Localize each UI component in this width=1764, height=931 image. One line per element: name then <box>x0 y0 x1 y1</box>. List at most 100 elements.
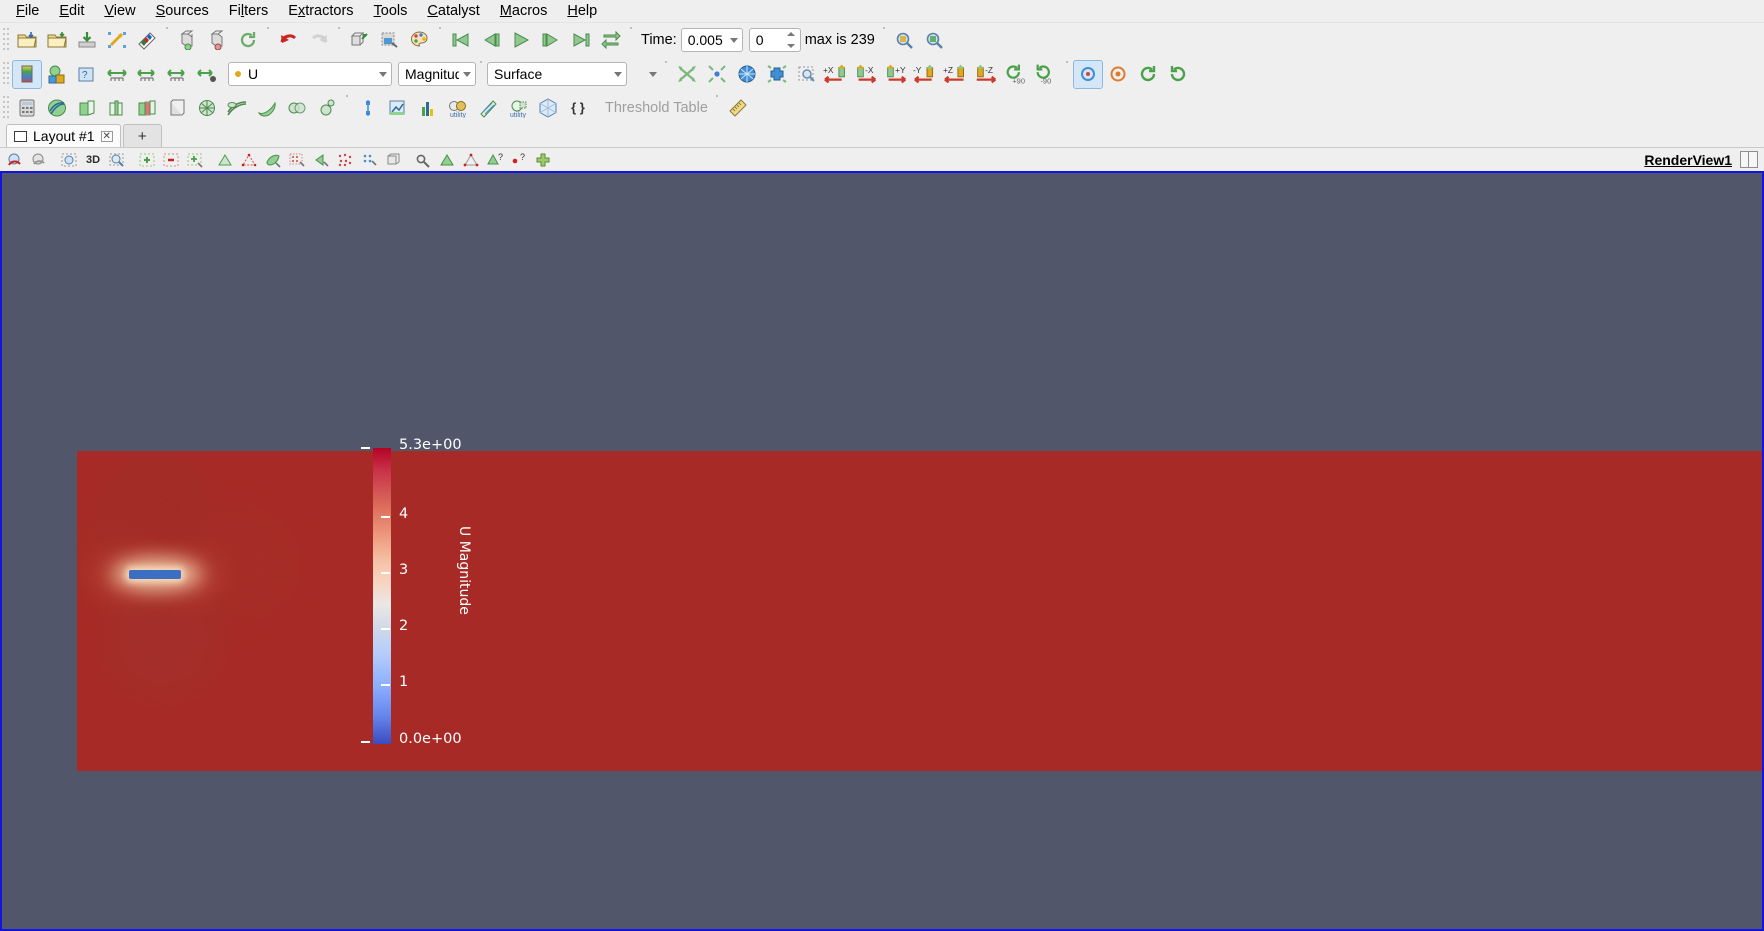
interactive-select-cells-icon[interactable] <box>285 149 309 170</box>
select-frustum-icon[interactable] <box>381 149 405 170</box>
select-points-on-icon[interactable] <box>27 149 51 170</box>
menu-item-catalyst[interactable]: Catalyst <box>417 0 489 22</box>
rescale-data-range-icon[interactable] <box>102 60 132 89</box>
set-view-minus-z-button[interactable]: -Z <box>972 60 1002 89</box>
set-view-minus-y-button[interactable]: -Y <box>912 60 942 89</box>
plot-selection-icon[interactable] <box>459 149 483 170</box>
next-frame-button[interactable] <box>536 26 566 55</box>
close-icon[interactable]: ✕ <box>101 131 113 142</box>
toolbar-grip[interactable] <box>2 61 10 87</box>
toolbar-grip[interactable] <box>2 27 10 53</box>
subtract-selection-icon[interactable] <box>159 149 183 170</box>
plot-selection-over-time-icon[interactable] <box>413 93 443 122</box>
menu-item-macros[interactable]: Macros <box>490 0 558 22</box>
render-view-name[interactable]: RenderView1 <box>1644 152 1740 168</box>
extract-level-filter-icon[interactable] <box>312 93 342 122</box>
pick-center-button[interactable] <box>1133 60 1163 89</box>
menu-item-sources[interactable]: Sources <box>146 0 219 22</box>
show-center-button[interactable] <box>1073 60 1103 89</box>
rescale-custom2-icon[interactable] <box>192 60 222 89</box>
menu-item-file[interactable]: File <box>6 0 49 22</box>
interactive-select-points-icon[interactable] <box>309 149 333 170</box>
color-palette-icon[interactable] <box>405 26 435 55</box>
menu-item-extractors[interactable]: Extractors <box>278 0 363 22</box>
next-source-icon[interactable] <box>203 26 233 55</box>
previous-source-icon[interactable] <box>173 26 203 55</box>
histogram-icon[interactable]: utility <box>503 93 533 122</box>
expand-selection-icon[interactable] <box>531 149 555 170</box>
spinbox-arrows[interactable] <box>785 31 798 49</box>
menu-item-edit[interactable]: Edit <box>49 0 94 22</box>
ruler-icon[interactable] <box>723 93 753 122</box>
select-cells-polygon-icon[interactable] <box>213 149 237 170</box>
edit-color-map-icon[interactable] <box>12 60 42 89</box>
toolbar-grip[interactable] <box>2 95 10 121</box>
query-cells-icon[interactable]: ? <box>483 149 507 170</box>
split-horizontal-button[interactable] <box>1740 151 1758 168</box>
time-value-combo[interactable]: 0.005 <box>681 28 743 52</box>
threshold-filter-icon[interactable] <box>132 93 162 122</box>
frame-index-spinbox[interactable]: 0 <box>749 28 801 52</box>
redo-icon[interactable] <box>304 26 334 55</box>
auto-apply-icon[interactable] <box>102 26 132 55</box>
render-view[interactable]: 5.3e+00 4 3 2 1 0.0e+00 U Magnitude <box>0 171 1764 931</box>
last-frame-button[interactable] <box>566 26 596 55</box>
spin-down-icon[interactable] <box>787 44 795 48</box>
glyph-filter-icon[interactable] <box>192 93 222 122</box>
rotate-icon[interactable] <box>732 60 762 89</box>
color-legend[interactable]: 5.3e+00 4 3 2 1 0.0e+00 U Magnitude <box>373 448 391 744</box>
add-layout-tab[interactable]: + <box>123 124 162 147</box>
clip-filter-icon[interactable] <box>72 93 102 122</box>
menu-item-help[interactable]: Help <box>557 0 607 22</box>
first-frame-button[interactable] <box>446 26 476 55</box>
open-file-icon[interactable] <box>12 26 42 55</box>
rotate-minus-90-button[interactable]: -90 <box>1032 60 1062 89</box>
select-block-icon[interactable] <box>261 149 285 170</box>
rotate-plus-90-button[interactable]: +90 <box>1002 60 1032 89</box>
plot-data-icon[interactable] <box>383 93 413 122</box>
menu-item-tools[interactable]: Tools <box>364 0 418 22</box>
save-state-icon[interactable] <box>42 26 72 55</box>
rescale-custom-icon[interactable]: ? <box>72 60 102 89</box>
surface-representation[interactable] <box>77 451 1764 771</box>
set-view-plus-z-button[interactable]: +Z <box>942 60 972 89</box>
previous-frame-button[interactable] <box>476 26 506 55</box>
set-view-plus-y-button[interactable]: +Y <box>882 60 912 89</box>
select-points-polygon-icon[interactable] <box>237 149 261 170</box>
reset-camera-icon[interactable] <box>672 60 702 89</box>
zoom-to-box-view-icon[interactable] <box>411 149 435 170</box>
camera-undo-icon[interactable] <box>345 26 375 55</box>
query-points-icon[interactable]: ? <box>507 149 531 170</box>
set-view-plus-x-button[interactable]: +X <box>822 60 852 89</box>
reset-center-button[interactable] <box>1103 60 1133 89</box>
calculator-filter-icon[interactable] <box>12 93 42 122</box>
programmable-filter-icon[interactable]: { } <box>563 93 593 122</box>
zoom-to-data-icon[interactable] <box>890 26 920 55</box>
representation-combo[interactable]: Surface <box>487 62 627 86</box>
spreadsheet-view-icon[interactable] <box>473 93 503 122</box>
plot-over-line-icon[interactable] <box>353 93 383 122</box>
extract-subset-filter-icon[interactable] <box>162 93 192 122</box>
rescale-visible-icon[interactable] <box>162 60 192 89</box>
find-data-icon[interactable] <box>435 149 459 170</box>
color-component-combo[interactable]: Magnitude <box>398 62 476 86</box>
spin-up-icon[interactable] <box>787 32 795 36</box>
group-datasets-filter-icon[interactable] <box>282 93 312 122</box>
python-calculator-icon[interactable] <box>533 93 563 122</box>
connect-icon[interactable] <box>132 26 162 55</box>
representation-extra-combo[interactable] <box>631 62 661 86</box>
center-axes-icon[interactable] <box>762 60 792 89</box>
slice-filter-icon[interactable] <box>102 93 132 122</box>
reload-files-icon[interactable] <box>233 26 263 55</box>
select-cells-on-icon[interactable] <box>3 149 27 170</box>
hover-points-icon[interactable] <box>357 149 381 170</box>
rotate-center-button[interactable] <box>1163 60 1193 89</box>
toggle-selection-icon[interactable] <box>183 149 207 170</box>
zoom-to-box-icon[interactable] <box>702 60 732 89</box>
pick-center-icon[interactable] <box>792 60 822 89</box>
hover-cells-icon[interactable] <box>333 149 357 170</box>
set-view-minus-x-button[interactable]: -X <box>852 60 882 89</box>
layout-tab-1[interactable]: Layout #1 ✕ <box>6 124 121 147</box>
choose-preset-icon[interactable] <box>42 60 72 89</box>
undo-icon[interactable] <box>274 26 304 55</box>
